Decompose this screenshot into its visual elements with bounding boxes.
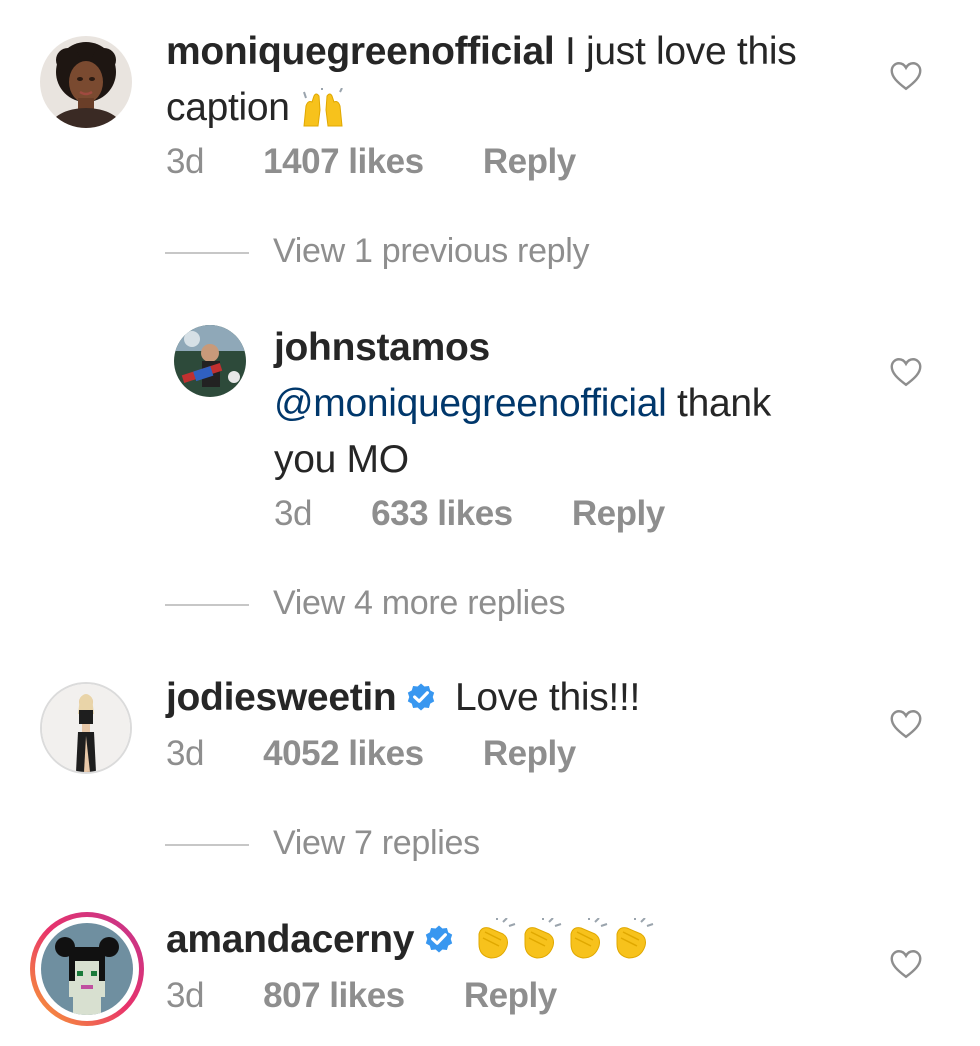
- avatar-moniquegreenofficial[interactable]: [40, 36, 132, 128]
- comment-time: 3d: [166, 734, 204, 773]
- avatar-jodiesweetin[interactable]: [40, 682, 132, 774]
- mention-link[interactable]: @moniquegreenofficial: [274, 382, 667, 425]
- view-replies-button[interactable]: View 1 previous reply: [165, 232, 590, 271]
- clapping-hands-emoji-icon: [611, 916, 657, 976]
- verified-badge-icon: [422, 916, 456, 972]
- reply-button[interactable]: Reply: [483, 734, 576, 774]
- comment-time: 3d: [274, 494, 312, 533]
- username[interactable]: moniquegreenofficial: [166, 30, 555, 73]
- username[interactable]: amandacerny: [166, 918, 414, 961]
- verified-badge-icon: [404, 674, 438, 730]
- clapping-hands-emoji-icon: [519, 916, 565, 976]
- comment-text: I just love this: [564, 30, 797, 73]
- comment-time: 3d: [166, 142, 204, 181]
- avatar-johnstamos[interactable]: [174, 325, 246, 397]
- comment-time: 3d: [166, 976, 204, 1015]
- comment-text: caption: [166, 86, 290, 129]
- heart-icon[interactable]: [888, 354, 924, 390]
- divider-line: [165, 844, 249, 847]
- username[interactable]: jodiesweetin: [166, 676, 397, 719]
- divider-line: [165, 252, 249, 255]
- comment-text: thank: [677, 382, 771, 425]
- reply-button[interactable]: Reply: [464, 976, 557, 1016]
- divider-line: [165, 604, 249, 607]
- view-replies-label: View 1 previous reply: [273, 232, 590, 270]
- heart-icon[interactable]: [888, 706, 924, 742]
- avatar-amandacerny[interactable]: [30, 912, 144, 1026]
- heart-icon[interactable]: [888, 58, 924, 94]
- raising-hands-emoji-icon: [300, 86, 346, 144]
- likes-count[interactable]: 4052 likes: [263, 734, 424, 774]
- likes-count[interactable]: 633 likes: [371, 494, 513, 534]
- clapping-hands-emoji-icon: [473, 916, 519, 976]
- view-replies-button[interactable]: View 4 more replies: [165, 584, 566, 623]
- reply-button[interactable]: Reply: [483, 142, 576, 182]
- comment-text: Love this!!!: [455, 676, 641, 719]
- heart-icon[interactable]: [888, 946, 924, 982]
- reply-button[interactable]: Reply: [572, 494, 665, 534]
- username[interactable]: johnstamos: [274, 326, 490, 369]
- comment-text: you MO: [274, 438, 409, 481]
- view-replies-label: View 7 replies: [273, 824, 480, 862]
- likes-count[interactable]: 1407 likes: [263, 142, 424, 182]
- likes-count[interactable]: 807 likes: [263, 976, 405, 1016]
- clapping-hands-emoji-icon: [565, 916, 611, 976]
- view-replies-button[interactable]: View 7 replies: [165, 824, 480, 863]
- view-replies-label: View 4 more replies: [273, 584, 566, 622]
